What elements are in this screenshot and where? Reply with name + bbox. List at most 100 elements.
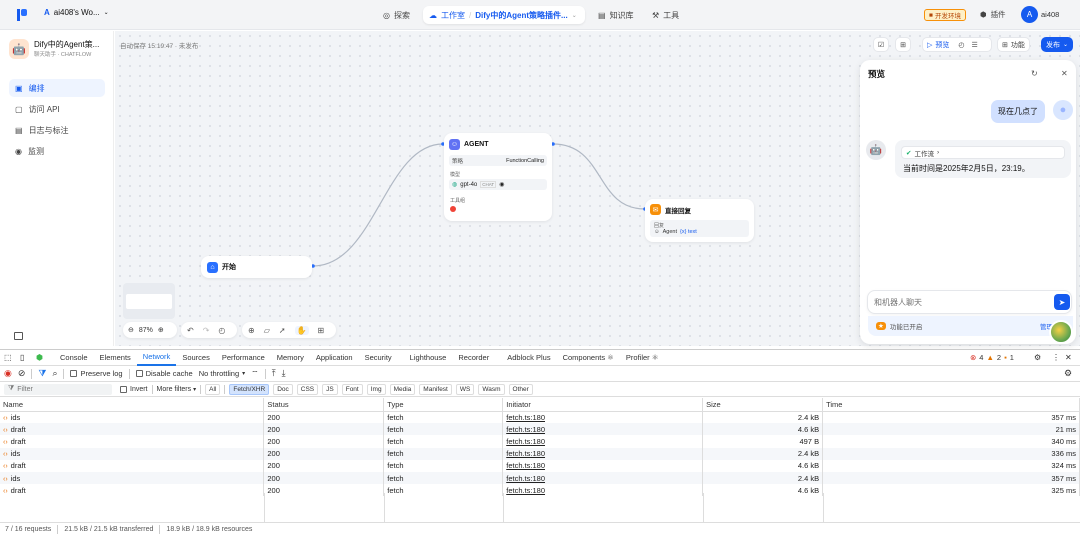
- nav-tools[interactable]: ⚒ 工具: [646, 6, 685, 24]
- tab-memory[interactable]: Memory: [271, 350, 310, 366]
- record-icon[interactable]: ◉: [4, 368, 12, 379]
- tab-profiler[interactable]: Profiler ⚛: [620, 350, 665, 366]
- tab-network[interactable]: Network: [136, 350, 177, 366]
- issue-counters[interactable]: ⊗ 4 ▲ 2 ▪ 1: [970, 353, 1014, 362]
- tab-recorder[interactable]: Recorder: [452, 350, 495, 366]
- zoom-out-icon[interactable]: ⊖: [128, 326, 134, 334]
- inspect-icon[interactable]: ⬚: [4, 353, 16, 362]
- agent-node[interactable]: ☺ AGENT 策略 FunctionCalling 模型 ◍ gpt-4o C…: [444, 133, 552, 221]
- column-header-size[interactable]: Size: [702, 398, 824, 412]
- preserve-log-checkbox[interactable]: Preserve log: [70, 369, 123, 378]
- search-icon[interactable]: ⌕: [52, 368, 57, 379]
- table-row[interactable]: ‹› ids 200 fetch fetch.ts:180 2.4 kB 357 ms: [0, 411, 1080, 424]
- request-initiator[interactable]: fetch.ts:180: [502, 411, 704, 424]
- nav-studio[interactable]: ☁ 工作室 / Dify中的Agent策略插件... ⌄: [423, 6, 585, 24]
- filter-chip-other[interactable]: Other: [508, 383, 533, 395]
- current-app-name[interactable]: Dify中的Agent策略插件...: [475, 10, 567, 21]
- tab-application[interactable]: Application: [310, 350, 359, 366]
- sidebar-item-orchestrate[interactable]: ▣ 编排: [9, 79, 105, 97]
- column-header-name[interactable]: Name: [0, 398, 265, 412]
- device-toggle-icon[interactable]: ▯: [20, 353, 32, 362]
- request-initiator[interactable]: fetch.ts:180: [502, 423, 704, 436]
- column-header-type[interactable]: Type: [383, 398, 504, 412]
- organize-icon[interactable]: ⊞: [318, 326, 325, 335]
- request-initiator[interactable]: fetch.ts:180: [502, 459, 704, 472]
- tab-performance[interactable]: Performance: [216, 350, 271, 366]
- hand-icon[interactable]: ✋: [294, 325, 309, 335]
- tab-components[interactable]: Components ⚛: [557, 350, 620, 366]
- filter-chip-js[interactable]: JS: [322, 383, 338, 395]
- close-icon[interactable]: ✕: [1061, 69, 1068, 78]
- filter-input[interactable]: ⧩ Filter: [4, 383, 112, 395]
- chat-input[interactable]: [874, 295, 1044, 310]
- redo-icon[interactable]: ↷: [203, 326, 210, 335]
- workspace-selector[interactable]: A ai408's Wo... ⌄: [44, 8, 109, 17]
- table-row[interactable]: ‹› draft 200 fetch fetch.ts:180 4.6 kB 21 ms: [0, 423, 1080, 436]
- sidebar-item-monitoring[interactable]: ◉ 监测: [9, 142, 105, 160]
- pointer-icon[interactable]: ➚: [279, 326, 286, 335]
- minimap[interactable]: [123, 283, 175, 319]
- workflow-run-toggle[interactable]: ✔ 工作流 ›: [901, 146, 1065, 159]
- clear-icon[interactable]: ⊘: [18, 368, 26, 379]
- filter-chip-wasm[interactable]: Wasm: [478, 383, 505, 395]
- disable-cache-checkbox[interactable]: Disable cache: [135, 369, 193, 378]
- request-initiator[interactable]: fetch.ts:180: [502, 471, 704, 485]
- column-header-initiator[interactable]: Initiator: [502, 398, 704, 412]
- assistant-floating-icon[interactable]: [1049, 320, 1073, 344]
- wifi-icon[interactable]: ⌔: [251, 369, 259, 379]
- filter-chip-font[interactable]: Font: [341, 383, 363, 395]
- more-vert-icon[interactable]: ⋮: [1052, 353, 1060, 362]
- nav-explore[interactable]: ◎ 探索: [377, 6, 416, 24]
- nav-knowledge[interactable]: ▤ 知识库: [592, 6, 640, 24]
- gear-icon[interactable]: ⚙: [1034, 353, 1041, 362]
- add-note-icon[interactable]: ▱: [264, 326, 270, 335]
- filter-chip-img[interactable]: Img: [366, 383, 386, 395]
- download-icon[interactable]: ⤓: [282, 368, 286, 379]
- filter-icon[interactable]: ⧩: [38, 368, 46, 379]
- undo-icon[interactable]: ↶: [187, 326, 194, 335]
- zoom-level[interactable]: 87%: [139, 327, 153, 334]
- dify-logo-icon[interactable]: [17, 9, 27, 21]
- filter-chip-media[interactable]: Media: [389, 383, 416, 395]
- network-settings-icon[interactable]: ⚙: [1064, 368, 1072, 379]
- refresh-icon[interactable]: ↻: [1031, 69, 1038, 78]
- add-node-icon[interactable]: ⊕: [248, 326, 255, 335]
- filter-chip-all[interactable]: All: [205, 383, 221, 395]
- filter-chip-ws[interactable]: WS: [455, 383, 475, 395]
- sidebar-item-logs[interactable]: ▤ 日志与标注: [9, 121, 105, 139]
- vue-devtools-icon[interactable]: ⬢: [36, 353, 48, 362]
- upload-icon[interactable]: ⤒: [272, 368, 276, 379]
- send-icon[interactable]: ➤: [1054, 294, 1070, 310]
- column-header-time[interactable]: Time: [822, 398, 1080, 412]
- user-menu[interactable]: A ai408: [1021, 6, 1059, 23]
- more-filters-dropdown[interactable]: More filters ▾: [157, 386, 197, 393]
- close-icon[interactable]: ✕: [1065, 353, 1072, 362]
- history-icon[interactable]: ◴: [218, 326, 225, 335]
- tab-security[interactable]: Security: [359, 350, 398, 366]
- column-header-status[interactable]: Status: [263, 398, 385, 412]
- table-row[interactable]: ‹› ids 200 fetch fetch.ts:180 2.4 kB 357 ms: [0, 471, 1080, 485]
- tab-sources[interactable]: Sources: [176, 350, 216, 366]
- answer-node[interactable]: ✉ 直接回复 回复 ☺ Agent {x} text: [645, 199, 754, 242]
- tab-lighthouse[interactable]: Lighthouse: [404, 350, 453, 366]
- table-row[interactable]: ‹› draft 200 fetch fetch.ts:180 4.6 kB 324 ms: [0, 459, 1080, 472]
- tab-elements[interactable]: Elements: [94, 350, 137, 366]
- tab-console[interactable]: Console: [54, 350, 94, 366]
- filter-chip-manifest[interactable]: Manifest: [419, 383, 452, 395]
- start-node[interactable]: ⌂ 开始: [201, 256, 312, 278]
- zoom-in-icon[interactable]: ⊕: [158, 326, 164, 334]
- collapse-sidebar-icon[interactable]: [14, 332, 23, 340]
- table-row[interactable]: ‹› ids 200 fetch fetch.ts:180 2.4 kB 336 ms: [0, 447, 1080, 460]
- app-title[interactable]: Dify中的Agent策...: [34, 39, 108, 50]
- invert-checkbox[interactable]: Invert: [120, 385, 148, 393]
- table-row[interactable]: ‹› draft 200 fetch fetch.ts:180 497 B 340 ms: [0, 435, 1080, 448]
- throttling-select[interactable]: No throttling ▾: [199, 369, 245, 378]
- tab-adblock[interactable]: Adblock Plus: [501, 350, 556, 366]
- filter-chip-doc[interactable]: Doc: [273, 383, 293, 395]
- request-initiator[interactable]: fetch.ts:180: [502, 447, 704, 460]
- filter-chip-css[interactable]: CSS: [296, 383, 319, 395]
- filter-chip-fetch-xhr[interactable]: Fetch/XHR: [229, 383, 270, 395]
- plugins-button[interactable]: ⬢ 插件: [980, 9, 1006, 20]
- sidebar-item-api[interactable]: ▢ 访问 API: [9, 100, 105, 118]
- request-initiator[interactable]: fetch.ts:180: [502, 435, 704, 448]
